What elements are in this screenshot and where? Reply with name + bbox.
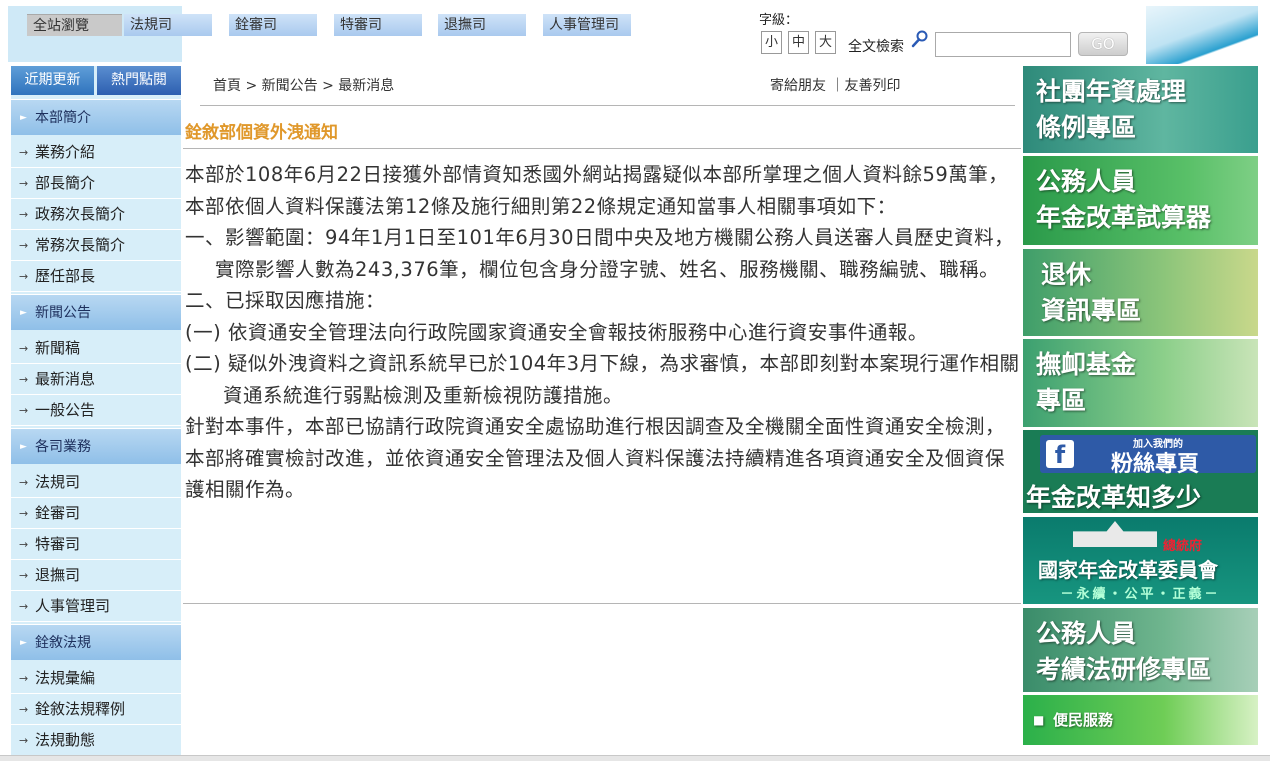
sidebar-section-news[interactable]: 新聞公告	[11, 294, 181, 331]
presidential-office-label: 總統府	[1163, 539, 1203, 554]
sidebar-item-latest-news[interactable]: 最新消息	[11, 364, 181, 395]
sidebar-section-about[interactable]: 本部簡介	[11, 99, 181, 136]
sidebar-item-law-updates[interactable]: 法規動態	[11, 725, 181, 756]
sidebar-item-business-intro[interactable]: 業務介紹	[11, 137, 181, 168]
header-divider	[200, 105, 1015, 106]
sidebar-item-law-compilation[interactable]: 法規彙編	[11, 663, 181, 694]
recent-updates-button[interactable]: 近期更新	[11, 66, 94, 95]
article-conclusion: 針對本事件，本部已協請行政院資通安全處協助進行根因調查及全機關全面性資通安全檢測…	[185, 415, 1006, 501]
tab-special-review-dept[interactable]: 特審司	[334, 14, 422, 36]
font-size-large-button[interactable]: 大	[815, 31, 836, 54]
sidebar-item-special-review-dept[interactable]: 特審司	[11, 529, 181, 560]
go-button[interactable]: GO	[1078, 32, 1128, 56]
pension-reform-knowledge-label: 年金改革知多少	[1026, 483, 1202, 512]
article-item-measures: 二、已採取因應措施：	[185, 289, 386, 312]
sidebar-item-political-vice-minister[interactable]: 政務次長簡介	[11, 199, 181, 230]
banner-retirement-info[interactable]: 退休 資訊專區	[1023, 249, 1258, 336]
banner-performance-law[interactable]: 公務人員 考績法研修專區	[1023, 608, 1258, 692]
sidebar-item-admin-vice-minister[interactable]: 常務次長簡介	[11, 230, 181, 261]
tab-site-browse[interactable]: 全站瀏覽	[27, 14, 122, 36]
popular-clicks-button[interactable]: 熱門點閱	[97, 66, 181, 95]
banner-pension-reform-committee[interactable]: 總統府 國家年金改革委員會 －永續・公平・正義－	[1023, 517, 1258, 604]
article-subitem-report: (一) 依資通安全管理法向行政院國家資通安全會報技術服務中心進行資安事件通報。	[185, 320, 928, 344]
banner-pension-calculator-line2: 年金改革試算器	[1036, 203, 1212, 232]
tab-retirement-dept[interactable]: 退撫司	[438, 14, 526, 36]
sidebar-section-departments[interactable]: 各司業務	[11, 428, 181, 465]
search-icon[interactable]	[911, 30, 929, 48]
facebook-icon: f	[1046, 440, 1074, 469]
banner-society-seniority-line2: 條例專區	[1036, 113, 1137, 142]
sidebar-item-review-dept[interactable]: 銓審司	[11, 498, 181, 529]
sidebar-item-former-ministers[interactable]: 歷任部長	[11, 261, 181, 292]
article-subitem-system: (二) 疑似外洩資料之資訊系統早已於104年3月下線，為求審慎，本部即刻對本案現…	[185, 352, 1020, 407]
font-size-small-button[interactable]: 小	[761, 31, 782, 54]
banner-pension-calculator[interactable]: 公務人員 年金改革試算器	[1023, 156, 1258, 245]
breadcrumb[interactable]: 首頁 > 新聞公告 > 最新消息	[213, 75, 394, 95]
banner-public-services[interactable]: ■ 便民服務	[1023, 695, 1258, 745]
banner-pension-fund[interactable]: 撫卹基金 專區	[1023, 339, 1258, 427]
sidebar-item-general-announcements[interactable]: 一般公告	[11, 395, 181, 426]
article-body: 本部於108年6月22日接獲外部情資知悉國外網站揭露疑似本部所掌理之個人資料餘5…	[185, 159, 1021, 506]
banner-pension-fund-line2: 專區	[1036, 386, 1087, 415]
sidebar-section-laws[interactable]: 銓敘法規	[11, 624, 181, 661]
header-decoration	[1146, 6, 1258, 64]
full-text-search-label: 全文檢索	[848, 39, 904, 55]
tab-review-dept[interactable]: 銓審司	[229, 14, 317, 36]
search-input[interactable]	[935, 32, 1071, 57]
bottom-scroll-strip	[0, 755, 1270, 761]
article-intro: 本部於108年6月22日接獲外部情資知悉國外網站揭露疑似本部所掌理之個人資料餘5…	[185, 163, 1009, 218]
font-size-label: 字級：	[759, 13, 799, 28]
banner-facebook-fanpage[interactable]: f 加入我們的 粉絲專頁 年金改革知多少	[1023, 430, 1258, 513]
left-sidebar: 近期更新 熱門點閱 本部簡介 業務介紹 部長簡介 政務次長簡介 常務次長簡介 歷…	[11, 66, 181, 761]
sidebar-item-press-releases[interactable]: 新聞稿	[11, 333, 181, 364]
tab-regulations-dept[interactable]: 法規司	[124, 14, 212, 36]
banner-society-seniority[interactable]: 社團年資處理 條例專區	[1023, 66, 1258, 153]
bullet-icon: ■	[1033, 713, 1045, 727]
article-item-scope: 一、影響範圍：94年1月1日至101年6月30日間中央及地方機關公務人員送審人員…	[185, 226, 1015, 281]
sidebar-item-minister-intro[interactable]: 部長簡介	[11, 168, 181, 199]
sidebar-item-law-interpretations[interactable]: 銓敘法規釋例	[11, 694, 181, 725]
committee-name: 國家年金改革委員會	[1038, 558, 1218, 582]
sidebar-item-personnel-dept[interactable]: 人事管理司	[11, 591, 181, 622]
banner-society-seniority-line1: 社團年資處理	[1036, 77, 1187, 106]
committee-motto: －永續・公平・正義－	[1060, 587, 1221, 602]
banner-performance-law-line2: 考績法研修專區	[1036, 655, 1212, 684]
banner-performance-law-line1: 公務人員	[1036, 619, 1137, 648]
title-divider	[183, 148, 1021, 149]
sidebar-item-retirement-dept[interactable]: 退撫司	[11, 560, 181, 591]
facebook-fanpage-label: 粉絲專頁	[1111, 452, 1200, 477]
banner-pension-calculator-line1: 公務人員	[1036, 167, 1137, 196]
font-size-medium-button[interactable]: 中	[788, 31, 809, 54]
tab-personnel-dept[interactable]: 人事管理司	[543, 14, 631, 36]
sidebar-item-regulations-dept[interactable]: 法規司	[11, 467, 181, 498]
public-services-label: 便民服務	[1053, 711, 1114, 729]
article-bottom-divider	[183, 603, 1021, 604]
banner-retirement-info-line1: 退休	[1041, 260, 1092, 289]
banner-pension-fund-line1: 撫卹基金	[1036, 350, 1137, 379]
presidential-office-icon	[1073, 521, 1157, 547]
banner-retirement-info-line2: 資訊專區	[1041, 296, 1142, 325]
share-print-links[interactable]: 寄給朋友 ｜友善列印	[770, 75, 900, 95]
page-title: 銓敘部個資外洩通知	[185, 123, 338, 143]
